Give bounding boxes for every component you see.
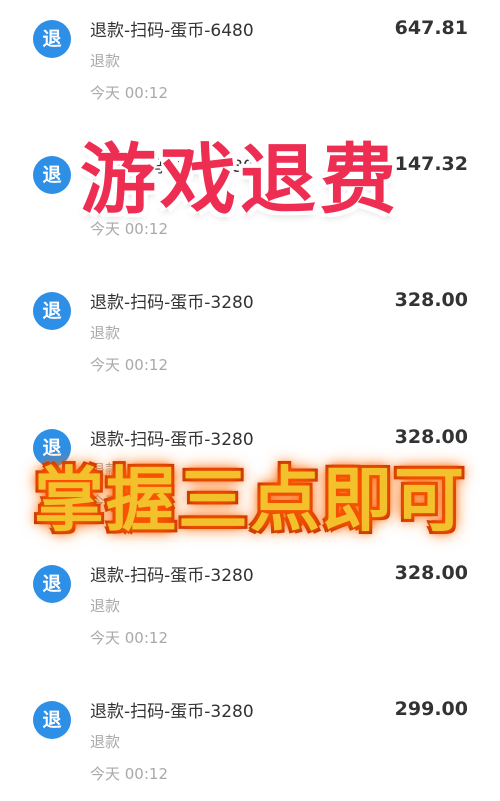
list-item[interactable]: 退 退款-扫码-蛋币-6480 退款 今天 00:12 647.81 [0,0,500,120]
transaction-amount: 299.00 [394,698,468,720]
transaction-type: 退款 [90,733,121,751]
headline-middle-overlay: 掌握三点即可 [33,458,466,543]
list-item[interactable]: 退 退款-扫码-蛋币-3280 退款 今天 00:12 299.00 [0,681,500,801]
headline-top-overlay: 游戏退费 [79,134,400,226]
transaction-type: 退款 [90,52,121,70]
transaction-type: 退款 [90,324,121,342]
transaction-title: 退款-扫码-蛋币-3280 [90,566,254,586]
transaction-type: 退款 [90,597,121,615]
transaction-title: 退款-扫码-蛋币-6480 [90,21,254,41]
transaction-amount: 328.00 [394,426,468,448]
refund-badge-icon: 退 [33,701,71,739]
transaction-time: 今天 00:12 [90,765,168,783]
transaction-time: 今天 00:12 [90,629,168,647]
refund-badge-icon: 退 [33,565,71,603]
refund-badge-icon: 退 [33,20,71,58]
transaction-amount: 328.00 [394,289,468,311]
transaction-time: 今天 00:12 [90,84,168,102]
refund-badge-icon: 退 [33,292,71,330]
transaction-title: 退款-扫码-蛋币-3280 [90,293,254,313]
list-item[interactable]: 退 退款-扫码-蛋币-3280 退款 今天 00:12 328.00 [0,545,500,665]
transaction-amount: 647.81 [394,17,468,39]
transaction-title: 退款-扫码-蛋币-3280 [90,702,254,722]
transaction-list: 退 退款-扫码-蛋币-6480 退款 今天 00:12 647.81 退 退款-… [0,0,500,790]
transaction-amount: 328.00 [394,562,468,584]
transaction-title: 退款-扫码-蛋币-3280 [90,430,254,450]
transaction-time: 今天 00:12 [90,356,168,374]
list-item[interactable]: 退 退款-扫码-蛋币-3280 退款 今天 00:12 328.00 [0,272,500,392]
